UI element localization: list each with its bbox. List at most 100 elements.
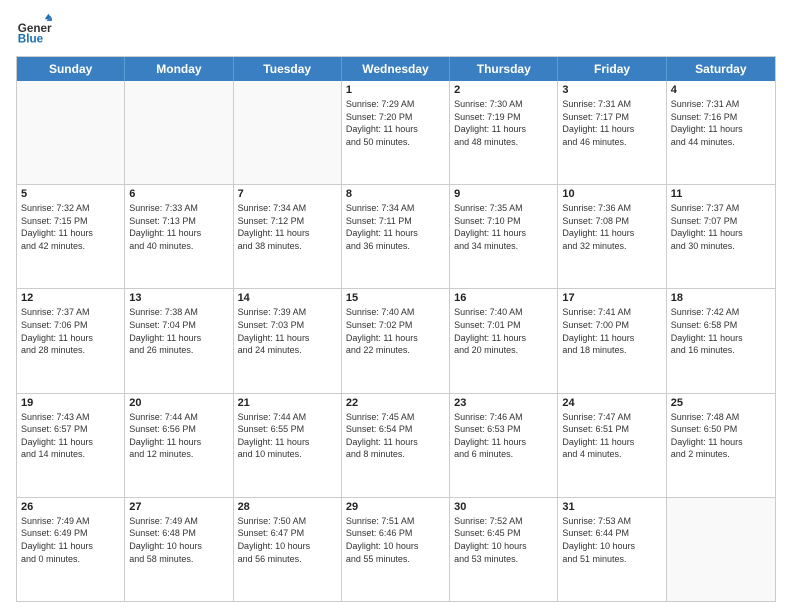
day-number: 13: [129, 292, 228, 304]
day-info: Sunrise: 7:53 AM Sunset: 6:44 PM Dayligh…: [562, 515, 661, 565]
calendar-cell: 9Sunrise: 7:35 AM Sunset: 7:10 PM Daylig…: [450, 185, 558, 288]
day-number: 8: [346, 188, 445, 200]
day-number: 24: [562, 397, 661, 409]
calendar-cell: [234, 81, 342, 184]
day-info: Sunrise: 7:49 AM Sunset: 6:49 PM Dayligh…: [21, 515, 120, 565]
day-info: Sunrise: 7:40 AM Sunset: 7:01 PM Dayligh…: [454, 306, 553, 356]
calendar-cell: 28 Sunrise: 7:50 AM Sunset: 6:47 PM Dayli…: [234, 498, 342, 601]
day-info: Sunrise: 7:49 AM Sunset: 6:48 PM Dayligh…: [129, 515, 228, 565]
calendar-cell: 11 Sunrise: 7:37 AM Sunset: 7:07 PM Dayli…: [667, 185, 775, 288]
day-info: Sunrise: 7:37 AM Sunset: 7:07 PM Dayligh…: [671, 202, 771, 252]
day-number: 6: [129, 188, 228, 200]
day-number: 10: [562, 188, 661, 200]
day-info: Sunrise: 7:43 AM Sunset: 6:57 PM Dayligh…: [21, 411, 120, 461]
calendar-cell: 25 Sunrise: 7:48 AM Sunset: 6:50 PM Dayli…: [667, 394, 775, 497]
day-info: Sunrise: 7:36 AM Sunset: 7:08 PM Dayligh…: [562, 202, 661, 252]
day-info: Sunrise: 7:45 AM Sunset: 6:54 PM Dayligh…: [346, 411, 445, 461]
calendar-row-3: 12 Sunrise: 7:37 AM Sunset: 7:06 PM Dayli…: [17, 289, 775, 393]
calendar-cell: 14Sunrise: 7:39 AM Sunset: 7:03 PM Dayli…: [234, 289, 342, 392]
day-number: 18: [671, 292, 771, 304]
day-number: 30: [454, 501, 553, 513]
day-info: Sunrise: 7:50 AM Sunset: 6:47 PM Dayligh…: [238, 515, 337, 565]
calendar-row-4: 19 Sunrise: 7:43 AM Sunset: 6:57 PM Dayli…: [17, 394, 775, 498]
day-number: 19: [21, 397, 120, 409]
header-day-saturday: Saturday: [667, 57, 775, 81]
calendar-cell: 16 Sunrise: 7:40 AM Sunset: 7:01 PM Dayli…: [450, 289, 558, 392]
calendar-cell: 2Sunrise: 7:30 AM Sunset: 7:19 PM Daylig…: [450, 81, 558, 184]
day-number: 25: [671, 397, 771, 409]
day-number: 9: [454, 188, 553, 200]
day-number: 31: [562, 501, 661, 513]
calendar-cell: 10 Sunrise: 7:36 AM Sunset: 7:08 PM Dayli…: [558, 185, 666, 288]
day-info: Sunrise: 7:41 AM Sunset: 7:00 PM Dayligh…: [562, 306, 661, 356]
calendar-cell: 31 Sunrise: 7:53 AM Sunset: 6:44 PM Dayli…: [558, 498, 666, 601]
calendar-cell: 12 Sunrise: 7:37 AM Sunset: 7:06 PM Dayli…: [17, 289, 125, 392]
calendar-cell: 23Sunrise: 7:46 AM Sunset: 6:53 PM Dayli…: [450, 394, 558, 497]
calendar-cell: 29 Sunrise: 7:51 AM Sunset: 6:46 PM Dayli…: [342, 498, 450, 601]
calendar-cell: 30 Sunrise: 7:52 AM Sunset: 6:45 PM Dayli…: [450, 498, 558, 601]
calendar-cell: 19 Sunrise: 7:43 AM Sunset: 6:57 PM Dayli…: [17, 394, 125, 497]
calendar-cell: 21 Sunrise: 7:44 AM Sunset: 6:55 PM Dayli…: [234, 394, 342, 497]
day-info: Sunrise: 7:37 AM Sunset: 7:06 PM Dayligh…: [21, 306, 120, 356]
day-info: Sunrise: 7:38 AM Sunset: 7:04 PM Dayligh…: [129, 306, 228, 356]
day-info: Sunrise: 7:30 AM Sunset: 7:19 PM Dayligh…: [454, 98, 553, 148]
day-number: 27: [129, 501, 228, 513]
calendar-cell: [125, 81, 233, 184]
day-number: 4: [671, 84, 771, 96]
day-info: Sunrise: 7:52 AM Sunset: 6:45 PM Dayligh…: [454, 515, 553, 565]
day-info: Sunrise: 7:51 AM Sunset: 6:46 PM Dayligh…: [346, 515, 445, 565]
calendar-row-1: 1 Sunrise: 7:29 AM Sunset: 7:20 PM Daylig…: [17, 81, 775, 185]
page: General Blue SundayMondayTuesdayWednesda…: [0, 0, 792, 612]
day-number: 22: [346, 397, 445, 409]
day-number: 26: [21, 501, 120, 513]
calendar-body: 1 Sunrise: 7:29 AM Sunset: 7:20 PM Daylig…: [17, 81, 775, 601]
header: General Blue: [16, 12, 776, 48]
day-number: 3: [562, 84, 661, 96]
calendar-cell: 1 Sunrise: 7:29 AM Sunset: 7:20 PM Daylig…: [342, 81, 450, 184]
day-number: 5: [21, 188, 120, 200]
calendar-cell: 7 Sunrise: 7:34 AM Sunset: 7:12 PM Daylig…: [234, 185, 342, 288]
day-number: 16: [454, 292, 553, 304]
calendar-cell: 27 Sunrise: 7:49 AM Sunset: 6:48 PM Dayli…: [125, 498, 233, 601]
day-number: 23: [454, 397, 553, 409]
day-number: 7: [238, 188, 337, 200]
day-number: 1: [346, 84, 445, 96]
header-day-wednesday: Wednesday: [342, 57, 450, 81]
day-number: 11: [671, 188, 771, 200]
day-number: 28: [238, 501, 337, 513]
calendar-cell: 6 Sunrise: 7:33 AM Sunset: 7:13 PM Daylig…: [125, 185, 233, 288]
calendar-cell: 5 Sunrise: 7:32 AM Sunset: 7:15 PM Daylig…: [17, 185, 125, 288]
day-info: Sunrise: 7:34 AM Sunset: 7:11 PM Dayligh…: [346, 202, 445, 252]
calendar-cell: 4 Sunrise: 7:31 AM Sunset: 7:16 PM Daylig…: [667, 81, 775, 184]
day-info: Sunrise: 7:29 AM Sunset: 7:20 PM Dayligh…: [346, 98, 445, 148]
day-info: Sunrise: 7:33 AM Sunset: 7:13 PM Dayligh…: [129, 202, 228, 252]
header-day-thursday: Thursday: [450, 57, 558, 81]
day-number: 29: [346, 501, 445, 513]
calendar-header: SundayMondayTuesdayWednesdayThursdayFrid…: [17, 57, 775, 81]
calendar-cell: 22 Sunrise: 7:45 AM Sunset: 6:54 PM Dayli…: [342, 394, 450, 497]
day-info: Sunrise: 7:48 AM Sunset: 6:50 PM Dayligh…: [671, 411, 771, 461]
day-number: 20: [129, 397, 228, 409]
day-info: Sunrise: 7:34 AM Sunset: 7:12 PM Dayligh…: [238, 202, 337, 252]
calendar-cell: [17, 81, 125, 184]
calendar-cell: 18Sunrise: 7:42 AM Sunset: 6:58 PM Dayli…: [667, 289, 775, 392]
day-info: Sunrise: 7:40 AM Sunset: 7:02 PM Dayligh…: [346, 306, 445, 356]
calendar-cell: 17 Sunrise: 7:41 AM Sunset: 7:00 PM Dayli…: [558, 289, 666, 392]
header-day-tuesday: Tuesday: [234, 57, 342, 81]
calendar: SundayMondayTuesdayWednesdayThursdayFrid…: [16, 56, 776, 602]
day-info: Sunrise: 7:31 AM Sunset: 7:16 PM Dayligh…: [671, 98, 771, 148]
day-number: 21: [238, 397, 337, 409]
calendar-cell: 20 Sunrise: 7:44 AM Sunset: 6:56 PM Dayli…: [125, 394, 233, 497]
calendar-row-5: 26 Sunrise: 7:49 AM Sunset: 6:49 PM Dayli…: [17, 498, 775, 601]
day-info: Sunrise: 7:44 AM Sunset: 6:56 PM Dayligh…: [129, 411, 228, 461]
day-number: 17: [562, 292, 661, 304]
calendar-cell: 24Sunrise: 7:47 AM Sunset: 6:51 PM Dayli…: [558, 394, 666, 497]
header-day-sunday: Sunday: [17, 57, 125, 81]
day-info: Sunrise: 7:32 AM Sunset: 7:15 PM Dayligh…: [21, 202, 120, 252]
day-info: Sunrise: 7:31 AM Sunset: 7:17 PM Dayligh…: [562, 98, 661, 148]
day-number: 12: [21, 292, 120, 304]
calendar-cell: 3 Sunrise: 7:31 AM Sunset: 7:17 PM Daylig…: [558, 81, 666, 184]
calendar-cell: 13 Sunrise: 7:38 AM Sunset: 7:04 PM Dayli…: [125, 289, 233, 392]
day-number: 14: [238, 292, 337, 304]
day-info: Sunrise: 7:44 AM Sunset: 6:55 PM Dayligh…: [238, 411, 337, 461]
